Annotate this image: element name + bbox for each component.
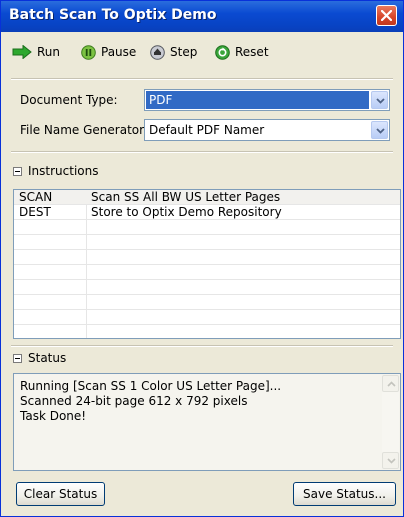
status-title: Status (28, 351, 67, 365)
table-row-empty[interactable] (14, 250, 400, 265)
status-line: Task Done! (20, 409, 87, 423)
instructions-title: Instructions (28, 164, 99, 178)
table-row-empty[interactable] (14, 310, 400, 325)
save-status-button[interactable]: Save Status... (293, 482, 396, 506)
chevron-down-icon (387, 458, 396, 464)
scroll-up-button[interactable] (382, 375, 399, 392)
table-row-empty[interactable] (14, 265, 400, 280)
instruction-description: Scan SS All BW US Letter Pages (91, 190, 281, 204)
step-button[interactable]: Step (150, 43, 197, 61)
file-name-generator-select[interactable]: Default PDF Namer (144, 119, 390, 141)
table-row-empty[interactable] (14, 325, 400, 338)
table-row-empty[interactable] (14, 295, 400, 310)
pause-icon (81, 44, 96, 60)
close-icon (381, 10, 392, 21)
file-name-generator-dropdown-button[interactable] (371, 121, 388, 139)
document-type-select[interactable]: PDF (144, 89, 390, 111)
table-row[interactable]: SCAN Scan SS All BW US Letter Pages (14, 190, 400, 205)
collapse-icon[interactable] (13, 166, 22, 176)
instruction-code: DEST (19, 205, 51, 219)
status-line: Running [Scan SS 1 Color US Letter Page]… (20, 379, 282, 393)
reset-button[interactable]: Reset (215, 43, 269, 61)
pause-button[interactable]: Pause (81, 43, 136, 61)
document-type-dropdown-button[interactable] (371, 91, 388, 109)
document-type-value: PDF (146, 91, 369, 109)
collapse-icon[interactable] (13, 353, 22, 363)
separator (11, 151, 393, 153)
status-log[interactable]: Running [Scan SS 1 Color US Letter Page]… (13, 373, 401, 471)
file-name-generator-value: Default PDF Namer (149, 123, 265, 137)
table-row-empty[interactable] (14, 280, 400, 295)
table-row-empty[interactable] (14, 235, 400, 250)
reset-label: Reset (235, 45, 269, 59)
table-row-empty[interactable] (14, 220, 400, 235)
instruction-code: SCAN (19, 190, 53, 204)
table-row[interactable]: DEST Store to Optix Demo Repository (14, 205, 400, 220)
close-button[interactable] (376, 5, 397, 26)
run-label: Run (37, 45, 61, 59)
instructions-table[interactable]: SCAN Scan SS All BW US Letter Pages DEST… (13, 189, 401, 339)
toolbar: Run Pause Step Reset (1, 32, 403, 78)
scroll-down-button[interactable] (382, 452, 399, 469)
separator (11, 78, 393, 80)
status-header[interactable]: Status (13, 350, 66, 366)
reset-icon (215, 44, 230, 60)
chevron-down-icon (376, 128, 385, 134)
chevron-down-icon (376, 98, 385, 104)
title-bar[interactable]: Batch Scan To Optix Demo (1, 1, 403, 32)
step-icon (150, 44, 165, 60)
window-title: Batch Scan To Optix Demo (9, 7, 217, 23)
green-arrow-icon (12, 45, 32, 59)
document-type-label: Document Type: (20, 93, 118, 107)
status-text: Running [Scan SS 1 Color US Letter Page]… (20, 379, 376, 424)
instructions-header[interactable]: Instructions (13, 163, 98, 179)
status-line: Scanned 24-bit page 612 x 792 pixels (20, 394, 248, 408)
run-button[interactable]: Run (12, 43, 60, 61)
file-name-generator-label: File Name Generator: (20, 123, 148, 137)
pause-label: Pause (101, 45, 137, 59)
chevron-up-icon (387, 381, 396, 387)
app-window: Batch Scan To Optix Demo Run Pause Step … (0, 0, 404, 517)
instruction-description: Store to Optix Demo Repository (91, 205, 282, 219)
clear-status-button[interactable]: Clear Status (16, 482, 105, 506)
step-label: Step (170, 45, 198, 59)
separator (11, 345, 393, 347)
status-scrollbar[interactable] (382, 375, 399, 469)
